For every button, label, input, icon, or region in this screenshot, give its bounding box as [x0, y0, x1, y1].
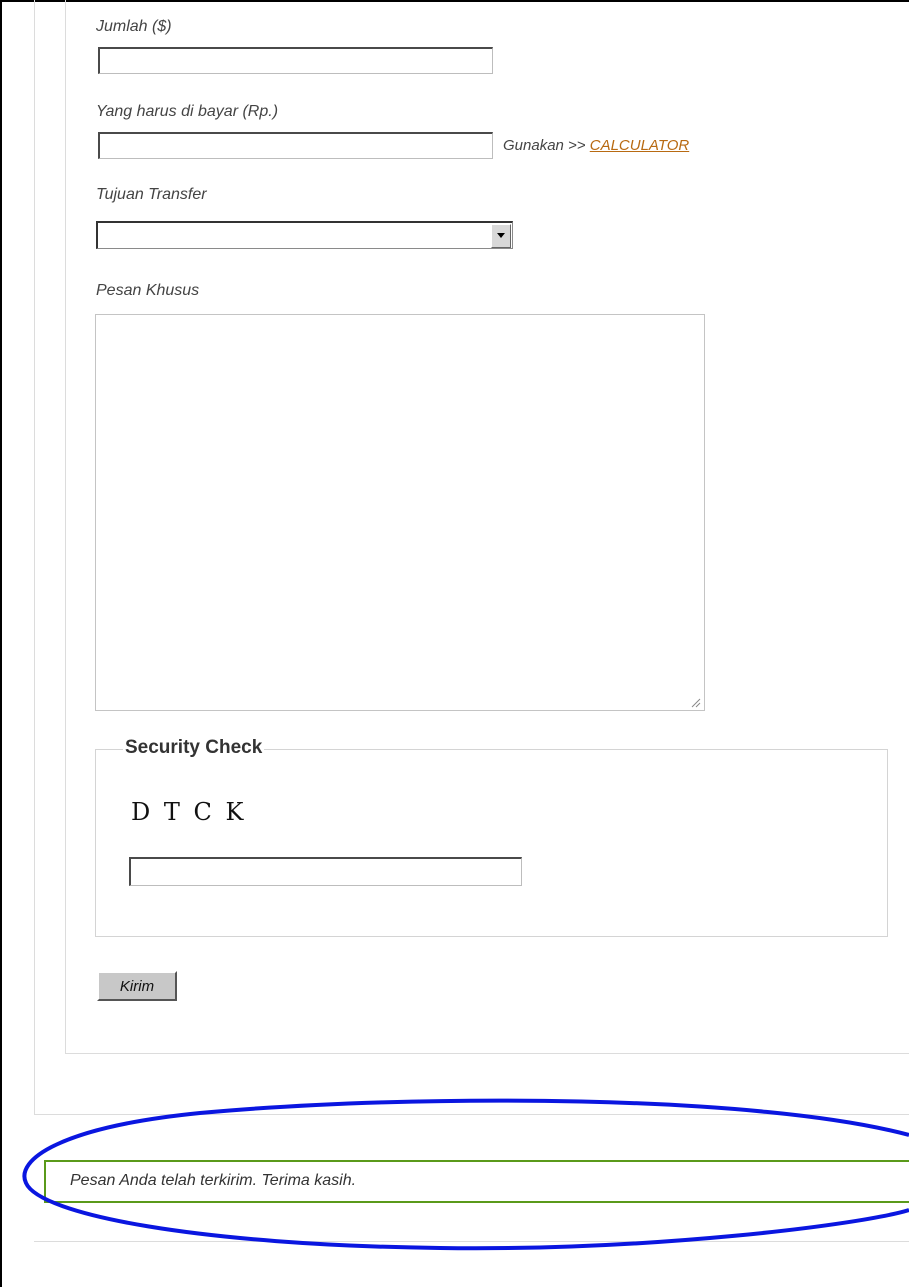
calculator-link[interactable]: CALCULATOR [590, 137, 689, 154]
amount-label: Jumlah ($) [96, 18, 172, 35]
dropdown-button[interactable] [491, 224, 511, 248]
pay-amount-input[interactable] [98, 132, 493, 159]
success-message-box: Pesan Anda telah terkirim. Terima kasih. [44, 1160, 909, 1203]
transfer-select[interactable] [96, 221, 513, 249]
pay-label: Yang harus di bayar (Rp.) [96, 103, 279, 120]
captcha-input[interactable] [129, 857, 522, 886]
security-check-fieldset [95, 749, 888, 937]
resize-grip-icon[interactable] [690, 697, 701, 708]
amount-input[interactable] [98, 47, 493, 74]
calculator-prefix: Gunakan >> [503, 137, 586, 154]
submit-button[interactable]: Kirim [97, 971, 177, 1001]
message-label: Pesan Khusus [96, 282, 200, 299]
transfer-label: Tujuan Transfer [96, 186, 207, 203]
triangle-down-icon [497, 233, 505, 238]
security-check-legend: Security Check [123, 737, 265, 759]
calculator-hint: Gunakan >> CALCULATOR [503, 137, 689, 154]
divider [34, 1241, 909, 1242]
success-message: Pesan Anda telah terkirim. Terima kasih. [70, 1172, 357, 1189]
captcha-text: D T C K [131, 798, 247, 826]
message-textarea[interactable] [95, 314, 705, 711]
